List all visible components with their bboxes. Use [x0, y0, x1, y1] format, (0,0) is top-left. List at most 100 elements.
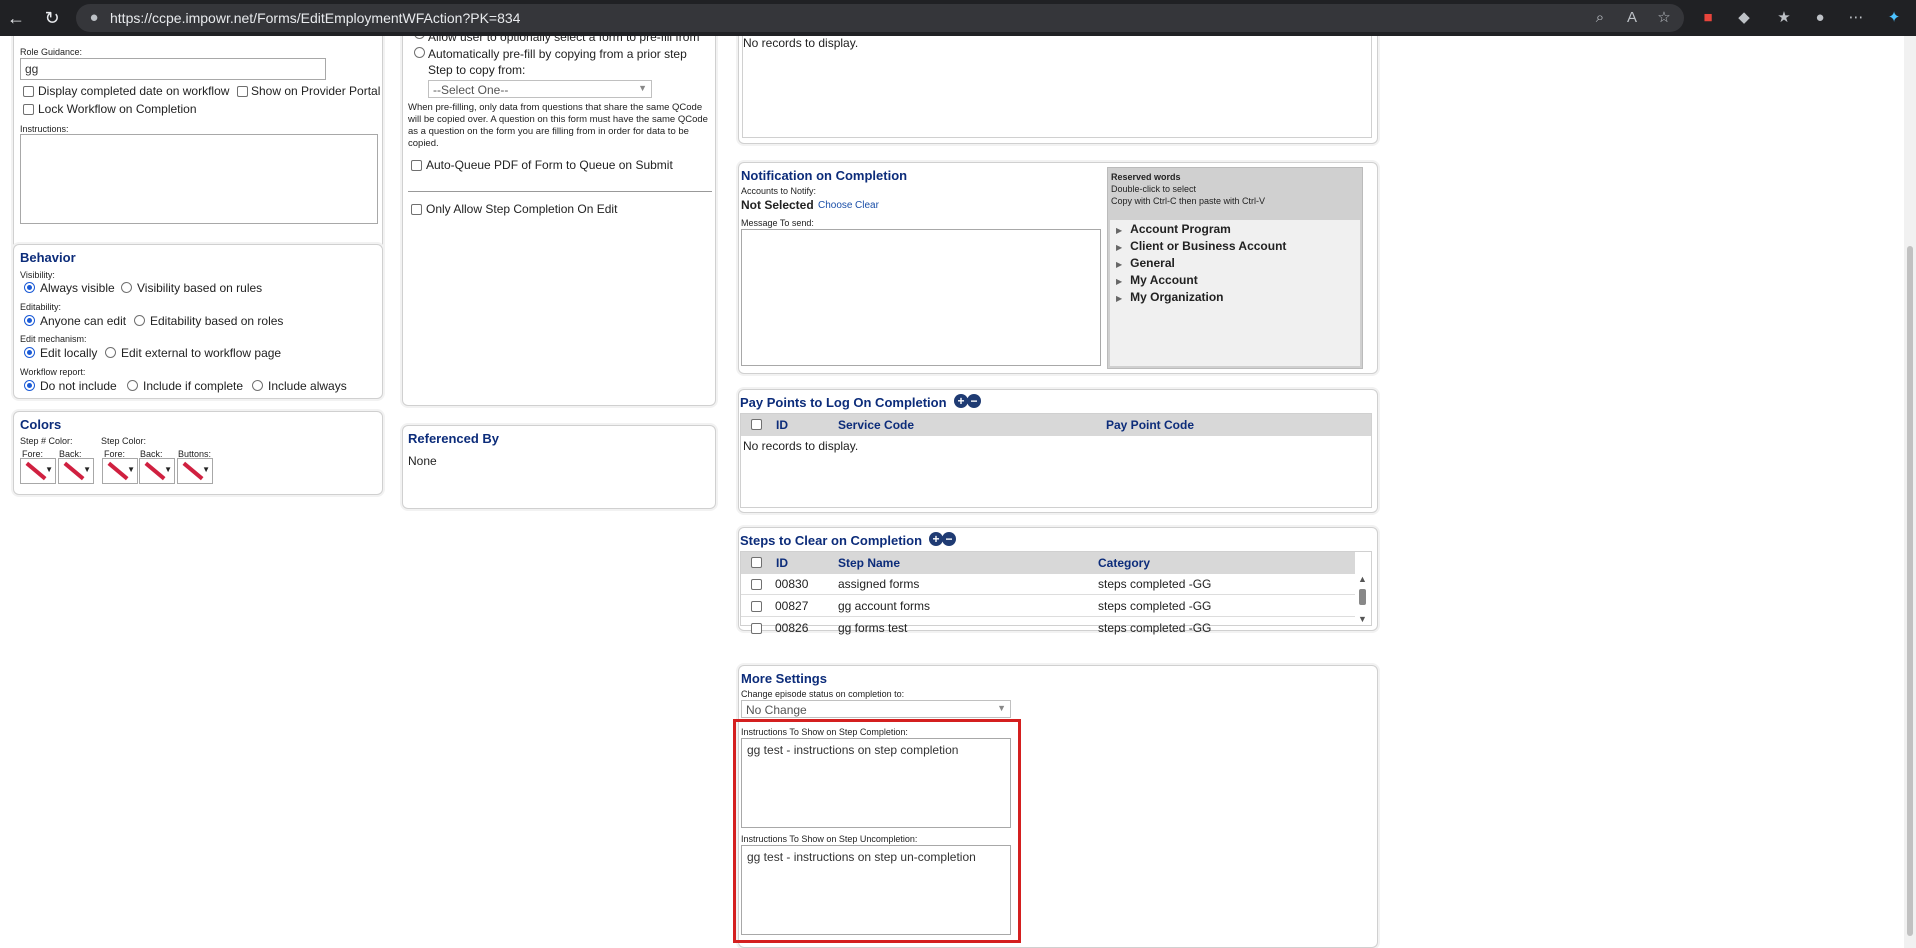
extension-icon[interactable]: ■	[1698, 8, 1718, 28]
site-info-icon[interactable]: ●	[84, 8, 104, 28]
expand-icon[interactable]: ▶	[1116, 277, 1122, 286]
scroll-up-icon[interactable]: ▲	[1358, 574, 1367, 584]
auto-prefill-label: Automatically pre-fill by copying from a…	[428, 47, 687, 61]
visibility-label: Visibility:	[20, 270, 55, 280]
row-id: 00827	[775, 599, 809, 613]
episode-status-select[interactable]: No Change ▼	[741, 700, 1011, 718]
url-text[interactable]: https://ccpe.impowr.net/Forms/EditEmploy…	[110, 10, 520, 26]
expand-icon[interactable]: ▶	[1116, 294, 1122, 303]
only-allow-label: Only Allow Step Completion On Edit	[426, 202, 618, 216]
reload-icon[interactable]: ↻	[40, 6, 64, 30]
add-pay-point-icon[interactable]: +	[954, 394, 968, 408]
expand-icon[interactable]: ▶	[1116, 260, 1122, 269]
tree-item-my-account[interactable]: ▶ My Account	[1116, 273, 1198, 287]
col-service-code[interactable]: Service Code	[838, 418, 914, 432]
do-not-include-radio[interactable]	[24, 380, 35, 391]
episode-status-value: No Change	[746, 703, 807, 717]
not-selected-text: Not Selected	[741, 198, 814, 212]
zoom-icon[interactable]: ⌕	[1590, 8, 1610, 28]
row-divider	[741, 616, 1355, 617]
steps-grid-scrollbar[interactable]: ▲ ▼	[1356, 574, 1370, 626]
tree-item-label: My Account	[1130, 273, 1198, 287]
step-copy-select[interactable]: --Select One-- ▼	[428, 80, 652, 98]
message-textarea[interactable]	[741, 229, 1101, 366]
back-icon[interactable]: ←	[4, 6, 28, 30]
clear-link[interactable]: Clear	[855, 200, 879, 211]
expand-icon[interactable]: ▶	[1116, 243, 1122, 252]
buttons-color-picker[interactable]: ▼	[177, 458, 213, 484]
row-divider	[741, 594, 1355, 595]
read-aloud-icon[interactable]: A	[1622, 8, 1642, 28]
edit-mechanism-label: Edit mechanism:	[20, 334, 87, 344]
instructions-label: Instructions:	[20, 124, 69, 134]
records-grid	[742, 36, 1372, 138]
expand-icon[interactable]: ▶	[1116, 226, 1122, 235]
accounts-to-notify-label: Accounts to Notify:	[741, 186, 817, 196]
col-pay-point-code[interactable]: Pay Point Code	[1106, 418, 1194, 432]
row-checkbox[interactable]	[751, 579, 762, 590]
visibility-rules-radio[interactable]	[121, 282, 132, 293]
tree-item-account-program[interactable]: ▶ Account Program	[1116, 222, 1231, 236]
row-category: steps completed -GG	[1098, 621, 1212, 635]
anyone-edit-radio[interactable]	[24, 315, 35, 326]
step-fore-color-picker[interactable]: ▼	[102, 458, 138, 484]
editability-label: Editability:	[20, 302, 62, 312]
show-provider-checkbox[interactable]	[237, 86, 248, 97]
edit-locally-label: Edit locally	[40, 346, 98, 360]
scroll-thumb[interactable]	[1359, 589, 1366, 605]
add-step-icon[interactable]: +	[929, 532, 943, 546]
reserved-hint-2: Copy with Ctrl-C then paste with Ctrl-V	[1111, 196, 1266, 206]
col-id[interactable]: ID	[776, 556, 788, 570]
always-visible-radio[interactable]	[24, 282, 35, 293]
step-number-fore-color-picker[interactable]: ▼	[20, 458, 56, 484]
page-scroll-thumb[interactable]	[1907, 246, 1913, 936]
col-step-name[interactable]: Step Name	[838, 556, 900, 570]
tree-item-my-organization[interactable]: ▶ My Organization	[1116, 290, 1224, 304]
copilot-icon[interactable]: ✦	[1884, 8, 1904, 28]
behavior-title: Behavior	[20, 250, 76, 265]
display-completed-checkbox[interactable]	[23, 86, 34, 97]
pay-points-header	[741, 414, 1371, 436]
step-back-color-picker[interactable]: ▼	[139, 458, 175, 484]
auto-queue-checkbox[interactable]	[411, 160, 422, 171]
choose-link[interactable]: Choose	[818, 200, 852, 211]
steps-clear-title: Steps to Clear on Completion	[740, 533, 923, 548]
scroll-down-icon[interactable]: ▼	[1358, 614, 1367, 624]
tree-item-general[interactable]: ▶ General	[1116, 256, 1175, 270]
col-id[interactable]: ID	[776, 418, 788, 432]
row-checkbox[interactable]	[751, 623, 762, 634]
steps-header	[741, 552, 1355, 574]
favorite-star-icon[interactable]: ☆	[1654, 8, 1674, 28]
row-id: 00826	[775, 621, 809, 635]
edit-external-radio[interactable]	[105, 347, 116, 358]
edit-locally-radio[interactable]	[24, 347, 35, 358]
tree-item-client-account[interactable]: ▶ Client or Business Account	[1116, 239, 1286, 253]
instructions-textarea[interactable]	[20, 134, 378, 224]
more-settings-title: More Settings	[741, 671, 827, 686]
row-checkbox[interactable]	[751, 601, 762, 612]
auto-prefill-radio[interactable]	[414, 47, 425, 58]
remove-step-icon[interactable]: −	[942, 532, 956, 546]
notification-title: Notification on Completion	[741, 168, 908, 183]
step-number-back-color-picker[interactable]: ▼	[58, 458, 94, 484]
include-always-label: Include always	[268, 379, 347, 393]
favorites-icon[interactable]: ★	[1774, 8, 1794, 28]
select-all-steps-checkbox[interactable]	[751, 557, 762, 568]
include-always-radio[interactable]	[252, 380, 263, 391]
episode-status-label: Change episode status on completion to:	[741, 689, 905, 699]
only-allow-checkbox[interactable]	[411, 204, 422, 215]
edit-roles-radio[interactable]	[134, 315, 145, 326]
page-scrollbar[interactable]	[1904, 36, 1916, 948]
menu-icon[interactable]: ⋯	[1846, 8, 1866, 28]
lock-workflow-checkbox[interactable]	[23, 104, 34, 115]
role-guidance-input[interactable]: gg	[20, 58, 326, 80]
remove-pay-point-icon[interactable]: −	[967, 394, 981, 408]
chevron-down-icon: ▼	[638, 83, 647, 93]
col-category[interactable]: Category	[1098, 556, 1150, 570]
include-complete-radio[interactable]	[127, 380, 138, 391]
profile-avatar-icon[interactable]: ●	[1810, 8, 1830, 28]
edit-external-label: Edit external to workflow page	[121, 346, 282, 360]
extensions-puzzle-icon[interactable]: ◆	[1734, 8, 1754, 28]
select-all-checkbox[interactable]	[751, 419, 762, 430]
visibility-rules-label: Visibility based on rules	[137, 281, 263, 295]
